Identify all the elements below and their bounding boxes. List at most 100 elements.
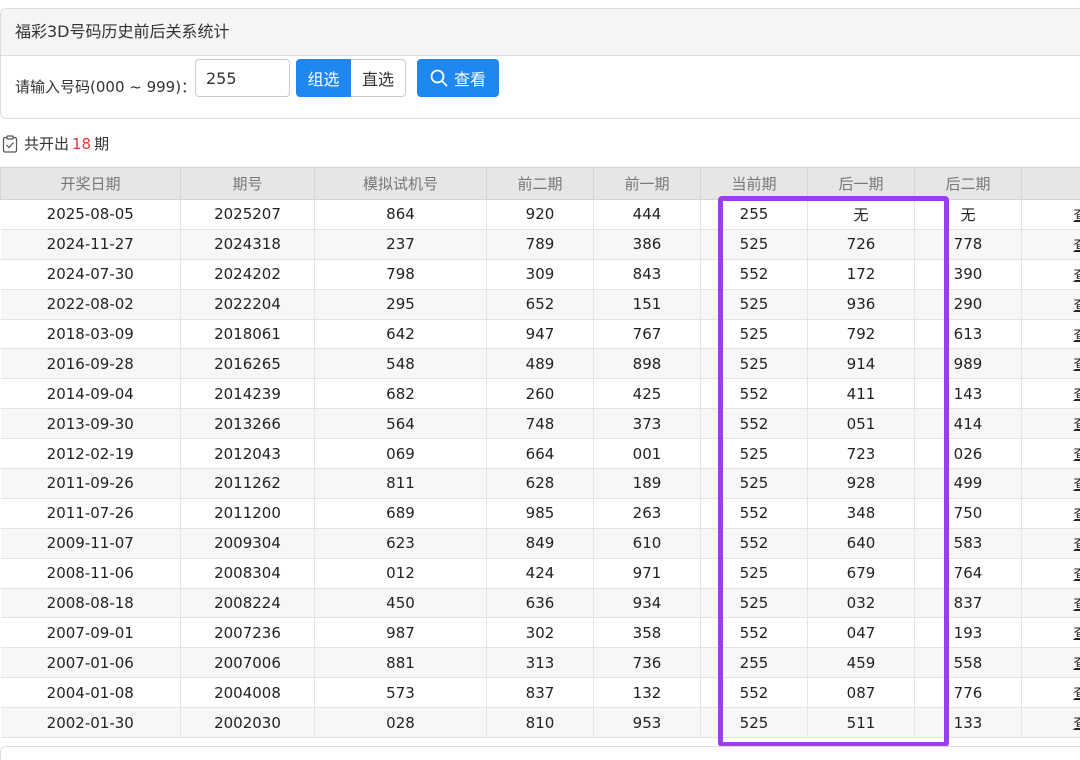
cell-issue: 2024318 [180,229,315,260]
view-detail-link[interactable]: 查 [1021,378,1080,410]
cell-current: 525 [700,558,808,589]
cell-next-two: 499 [914,468,1022,499]
cell-prev-two: 920 [486,199,594,230]
cell-test-number: 864 [314,199,487,230]
cell-test-number: 987 [314,617,487,649]
cell-draw-date: 2024-11-27 [0,229,181,260]
cell-next-one: 640 [807,528,915,559]
cell-current: 552 [700,259,808,290]
cell-next-two: 613 [914,319,1022,350]
cell-next-one: 411 [807,378,915,410]
cell-prev-one: 610 [593,528,701,559]
cell-issue: 2011262 [180,468,315,499]
cell-next-two: 764 [914,558,1022,589]
cell-issue: 2004008 [180,677,315,709]
cell-prev-two: 309 [486,259,594,290]
cell-next-two: 989 [914,348,1022,380]
cell-test-number: 012 [314,558,487,589]
number-input[interactable] [195,59,290,97]
cell-prev-one: 898 [593,348,701,380]
view-detail-link[interactable]: 查 [1021,558,1080,589]
summary-line: 共开出 18 期 [2,133,109,154]
cell-draw-date: 2011-07-26 [0,498,181,529]
view-detail-link[interactable]: 查 [1021,199,1080,230]
cell-current: 525 [700,289,808,320]
cell-prev-two: 789 [486,229,594,260]
search-form: 请输入号码(000 ~ 999)： [1,56,1080,118]
cell-prev-one: 151 [593,289,701,320]
cell-next-one: 032 [807,588,915,619]
cell-prev-one: 386 [593,229,701,260]
cell-prev-two: 260 [486,378,594,410]
view-detail-link[interactable]: 查 [1021,677,1080,709]
view-detail-link[interactable]: 查 [1021,408,1080,440]
search-panel: 福彩3D号码历史前后关系统计 请输入号码(000 ~ 999)： [0,8,1080,119]
cell-prev-two: 947 [486,319,594,350]
cell-draw-date: 2024-07-30 [0,259,181,290]
cell-next-one: 679 [807,558,915,589]
cell-test-number: 642 [314,319,487,350]
cell-next-one: 087 [807,677,915,709]
cell-draw-date: 2025-08-05 [0,199,181,230]
cell-test-number: 028 [314,707,487,739]
cell-test-number: 573 [314,677,487,709]
cell-prev-one: 132 [593,677,701,709]
cell-test-number: 798 [314,259,487,290]
cell-prev-two: 489 [486,348,594,380]
view-detail-link[interactable]: 查 [1021,229,1080,260]
view-detail-link[interactable]: 查 [1021,707,1080,739]
cell-issue: 2008224 [180,588,315,619]
cell-draw-date: 2002-01-30 [0,707,181,739]
direct-select-button[interactable]: 直选 [351,59,406,97]
table-row: 2011-09-262011262811628189525928499查 [0,468,1080,499]
cell-test-number: 689 [314,498,487,529]
cell-current: 525 [700,229,808,260]
cell-prev-two: 664 [486,438,594,470]
view-detail-link[interactable]: 查 [1021,617,1080,649]
cell-next-two: 776 [914,677,1022,709]
cell-prev-one: 953 [593,707,701,739]
view-detail-link[interactable]: 查 [1021,647,1080,679]
view-detail-link[interactable]: 查 [1021,438,1080,470]
table-row: 2004-01-082004008573837132552087776查 [0,677,1080,709]
view-button[interactable]: 查看 [417,59,499,97]
table-row: 2008-08-182008224450636934525032837查 [0,588,1080,619]
view-button-label: 查看 [453,70,486,89]
header-next-one: 后一期 [807,167,915,200]
view-detail-link[interactable]: 查 [1021,348,1080,380]
cell-test-number: 295 [314,289,487,320]
cell-next-one: 792 [807,319,915,350]
cell-next-one: 348 [807,498,915,529]
cell-draw-date: 2012-02-19 [0,438,181,470]
cell-draw-date: 2007-01-06 [0,647,181,679]
view-detail-link[interactable]: 查 [1021,588,1080,619]
view-detail-link[interactable]: 查 [1021,289,1080,320]
cell-issue: 2025207 [180,199,315,230]
cell-next-two: 778 [914,229,1022,260]
cell-issue: 2007236 [180,617,315,649]
view-detail-link[interactable]: 查 [1021,319,1080,350]
cell-issue: 2016265 [180,348,315,380]
cell-draw-date: 2011-09-26 [0,468,181,499]
group-select-button[interactable]: 组选 [296,59,351,97]
header-prev-one: 前一期 [593,167,701,200]
results-table: 开奖日期 期号 模拟试机号 前二期 前一期 当前期 后一期 后二期 2025-0… [0,167,1080,739]
bottom-panel [0,746,1080,760]
header-next-two: 后二期 [914,167,1022,200]
cell-next-two: 133 [914,707,1022,739]
cell-issue: 2008304 [180,558,315,589]
cell-next-two: 558 [914,647,1022,679]
cell-prev-two: 313 [486,647,594,679]
view-detail-link[interactable]: 查 [1021,528,1080,559]
table-row: 2024-07-302024202798309843552172390查 [0,259,1080,290]
cell-prev-two: 302 [486,617,594,649]
cell-prev-one: 767 [593,319,701,350]
summary-prefix: 共开出 [24,135,70,153]
view-detail-link[interactable]: 查 [1021,259,1080,290]
cell-prev-two: 628 [486,468,594,499]
cell-next-two: 无 [914,199,1022,230]
cell-test-number: 450 [314,588,487,619]
cell-next-two: 390 [914,259,1022,290]
view-detail-link[interactable]: 查 [1021,468,1080,499]
view-detail-link[interactable]: 查 [1021,498,1080,529]
